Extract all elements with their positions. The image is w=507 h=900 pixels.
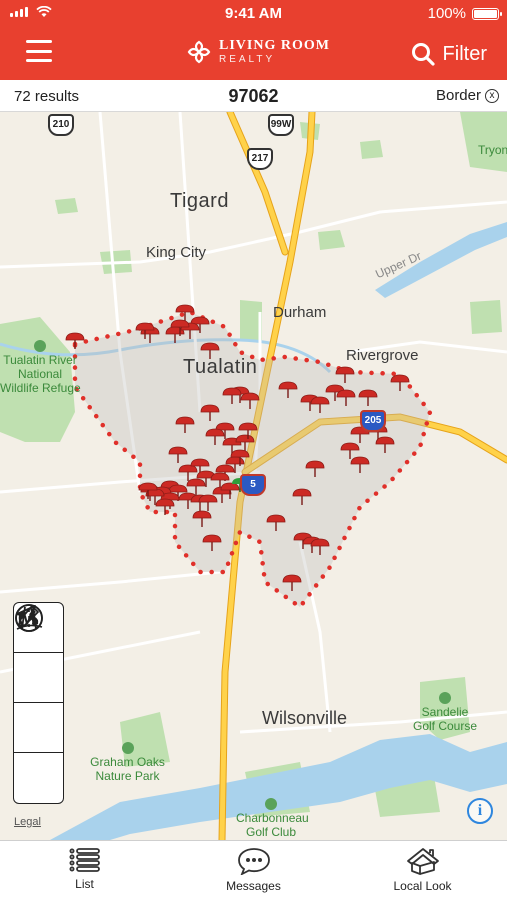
bottom-tab-bar: List Messages Local Look — [0, 840, 507, 900]
battery-icon — [472, 7, 502, 20]
tree-icon — [34, 340, 46, 352]
tab-list[interactable]: List — [0, 841, 169, 900]
tree-icon — [121, 742, 134, 754]
tab-local-look[interactable]: Local Look — [338, 841, 507, 900]
brand-name: LIVING ROOM — [219, 38, 330, 53]
tab-messages-label: Messages — [226, 879, 281, 893]
city-label-tigard: Tigard — [170, 190, 229, 212]
park-label-tualatin-refuge: Tualatin River National Wildlife Refuge — [0, 340, 81, 395]
app-header: 9:41 AM 100% LIVING ROOM REALTY Filter — [0, 0, 507, 80]
flower-logo-icon — [187, 40, 211, 64]
highway-shield-99w: 99W — [268, 114, 294, 136]
tab-messages[interactable]: Messages — [169, 841, 338, 900]
city-label-tryon: Tryon — [478, 143, 507, 157]
golf-icon — [439, 692, 451, 704]
filter-button[interactable]: Filter — [411, 42, 487, 66]
clear-border-button[interactable]: Border x — [436, 87, 499, 104]
brand-logo: LIVING ROOM REALTY — [185, 38, 330, 66]
tab-local-look-label: Local Look — [393, 879, 452, 893]
city-label-king-city: King City — [146, 244, 207, 261]
close-circle-icon: x — [485, 88, 499, 103]
menu-button[interactable] — [26, 40, 52, 62]
battery-percent: 100% — [427, 5, 466, 22]
park-label-graham-oaks: Graham Oaks Nature Park — [85, 742, 170, 784]
status-bar: 9:41 AM 100% — [0, 0, 507, 28]
road-view-icon[interactable] — [14, 604, 63, 753]
globe-icon[interactable] — [14, 604, 63, 803]
highway-shield-217: 217 — [247, 148, 273, 170]
legal-link[interactable]: Legal — [14, 816, 41, 828]
brand-subtitle: REALTY — [219, 54, 276, 65]
tab-list-label: List — [75, 877, 94, 891]
map-view[interactable]: 210 99W 217 205 5 Tigard Tualatin Wilson… — [0, 112, 507, 840]
city-label-durham: Durham — [273, 304, 327, 321]
interstate-shield-205: 205 — [360, 410, 386, 432]
city-label-rivergrove: Rivergrove — [346, 347, 419, 364]
golf-icon — [265, 798, 277, 810]
results-count: 72 results — [14, 88, 80, 105]
map-info-button[interactable]: i — [467, 798, 493, 824]
draw-pencil-icon[interactable] — [14, 605, 63, 703]
battery-status: 100% — [427, 5, 502, 22]
highway-shield-210: 210 — [48, 114, 74, 136]
house-icon — [406, 848, 439, 875]
map-tool-stack — [13, 602, 64, 804]
results-bar: 72 results 97062 Border x — [0, 80, 507, 112]
search-icon — [411, 43, 435, 66]
list-icon — [68, 848, 100, 872]
park-label-sandelie: Sandelie Golf Course — [410, 692, 480, 734]
park-label-charbonneau: Charbonneau Golf Club — [236, 798, 309, 840]
city-label-wilsonville: Wilsonville — [262, 708, 348, 728]
filter-label: Filter — [442, 42, 487, 65]
city-label-tualatin: Tualatin — [183, 356, 258, 378]
chat-bubble-icon — [237, 848, 270, 875]
border-label: Border — [435, 87, 481, 104]
interstate-shield-5: 5 — [240, 474, 266, 496]
